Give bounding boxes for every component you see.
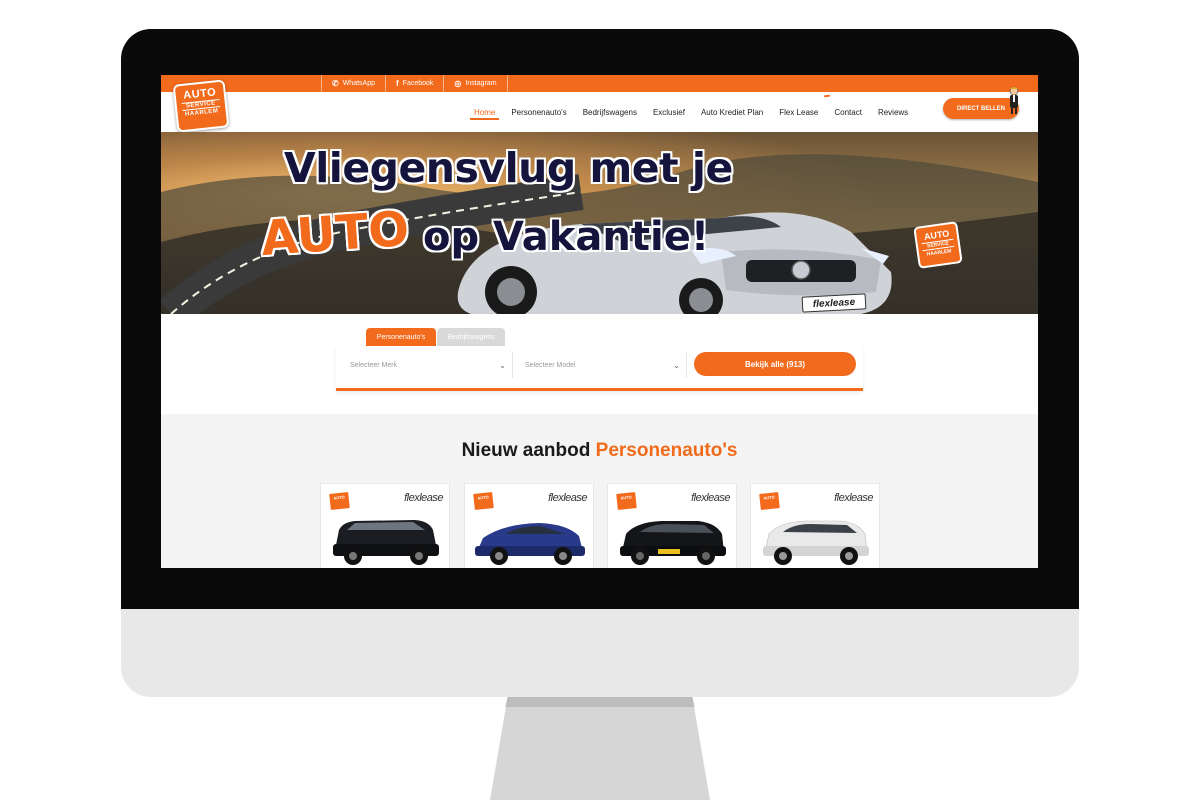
select-model-value: Selecteer Model [525,361,576,369]
car-card[interactable]: AUTO flexlease [607,483,737,568]
chevron-down-icon: ⌄ [499,360,506,370]
nav-home[interactable]: Home [466,92,503,132]
nav-bedrijfswagens[interactable]: Bedrijfswagens [575,92,645,132]
section-title: Nieuw aanbod Personenauto's [161,440,1038,462]
card-logo-text: AUTO [333,494,345,501]
site-header: AUTO SERVICE HAARLEM Home Personenauto's… [161,79,1038,133]
nav-exclusief[interactable]: Exclusief [645,92,693,132]
whatsapp-icon: ✆ [332,79,339,88]
hero-headline-end: op Vakantie! [423,214,710,260]
hero-logo-badge: AUTO SERVICE HAARLEM [913,221,963,269]
section-title-b: Personenauto's [595,440,738,461]
card-brand: flexlease [834,492,873,504]
chevron-down-icon: ⌄ [673,360,680,370]
select-brand-value: Selecteer Merk [350,361,398,369]
nav-flex-lease-label: Flex Lease [779,107,819,117]
view-all-button[interactable]: Bekijk alle (913) [694,352,856,376]
nav-personenautos[interactable]: Personenauto's [503,92,574,132]
social-label: Instagram [465,80,497,87]
new-listings-section: Nieuw aanbod Personenauto's AUTO flexlea… [161,414,1038,568]
hero-headline: Vliegensvlug met je [284,144,733,192]
mascot-icon [1009,86,1019,114]
card-logo-text: AUTO [620,494,632,501]
social-instagram-link[interactable]: ◎ Instagram [443,75,508,92]
car-card[interactable]: AUTO flexlease [320,483,450,568]
card-brand: flexlease [404,492,443,504]
social-bar: ✆ WhatsApp f Facebook ◎ Instagram [161,75,1038,92]
social-label: Facebook [402,80,434,87]
car-card[interactable]: AUTO flexlease [750,483,880,568]
card-brand: flexlease [548,492,587,504]
hero-headline-highlight: AUTO [259,200,411,268]
nav-flex-lease[interactable]: Flex Lease [771,92,831,132]
monitor-stand [490,697,710,800]
social-whatsapp-link[interactable]: ✆ WhatsApp [321,75,385,92]
hero-banner: Vliegensvlug met je AUTO op Vakantie! AU… [161,132,1038,314]
car-image [763,520,869,565]
search-form: Selecteer Merk ⌄ Selecteer Model ⌄ Bekij… [336,346,863,391]
hero-license-plate: flexlease [801,293,867,313]
card-brand: flexlease [691,492,730,504]
stand-shadow [505,697,695,707]
main-nav: Home Personenauto's Bedrijfswagens Exclu… [466,92,916,132]
car-card[interactable]: AUTO flexlease [464,483,594,568]
nav-contact[interactable]: Contact [826,92,870,132]
car-image [333,520,439,565]
tab-personenautos[interactable]: Personenauto's [366,328,436,346]
nav-reviews[interactable]: Reviews [870,92,916,132]
social-facebook-link[interactable]: f Facebook [385,75,443,92]
facebook-icon: f [396,79,399,88]
select-model-dropdown[interactable]: Selecteer Model ⌄ [525,352,687,378]
search-panel: Personenauto's Bedrijfswagens Selecteer … [161,314,1038,414]
instagram-icon: ◎ [454,79,462,88]
section-title-a: Nieuw aanbod [461,440,591,461]
social-links: ✆ WhatsApp f Facebook ◎ Instagram [321,75,508,92]
website-screen: ✆ WhatsApp f Facebook ◎ Instagram AUTO S… [161,75,1038,568]
social-label: WhatsApp [342,80,375,87]
card-logo-text: AUTO [477,494,489,501]
car-image [620,521,726,565]
card-logo-text: AUTO [763,494,775,501]
tab-bedrijfswagens[interactable]: Bedrijfswagens [437,328,505,346]
site-logo[interactable]: AUTO SERVICE HAARLEM [172,79,230,133]
select-brand-dropdown[interactable]: Selecteer Merk ⌄ [350,352,513,378]
nav-auto-krediet-plan[interactable]: Auto Krediet Plan [693,92,771,132]
car-image [475,523,585,565]
